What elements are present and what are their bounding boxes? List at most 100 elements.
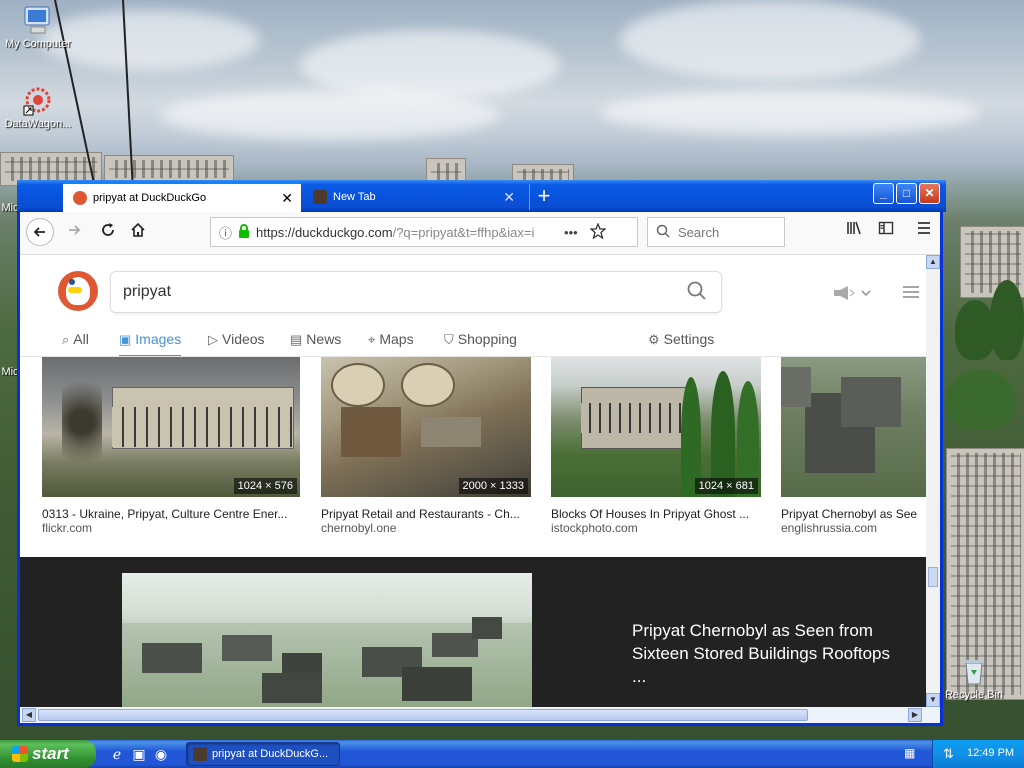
image-result[interactable]: 1024 × 681 Blocks Of Houses In Pripyat G… xyxy=(551,357,761,535)
scroll-left-icon[interactable]: ◀ xyxy=(22,708,36,722)
taskbar-item-label: pripyat at DuckDuckG... xyxy=(212,748,329,760)
tab-new-tab[interactable]: New Tab ✕ xyxy=(303,182,523,212)
result-thumbnail[interactable] xyxy=(781,357,926,497)
detail-image[interactable] xyxy=(122,573,532,707)
page-content: pripyat ⌕ All ▣ Images ▷ Videos ▤ News ⌖… xyxy=(20,255,926,707)
image-dimensions: 2000 × 1333 xyxy=(458,478,528,494)
internet-explorer-icon[interactable]: ℯ xyxy=(108,745,126,763)
library-icon[interactable] xyxy=(840,218,868,246)
page-actions-icon[interactable]: ••• xyxy=(564,225,578,240)
result-thumbnail[interactable]: 2000 × 1333 xyxy=(321,357,531,497)
desktop-icon-label: Recycle Bin xyxy=(944,689,1004,701)
search-bar[interactable]: Search xyxy=(647,217,785,247)
image-detail-panel: Pripyat Chernobyl as Seen from Sixteen S… xyxy=(20,557,926,707)
tab-label: Maps xyxy=(379,331,414,347)
new-tab-favicon-icon xyxy=(313,190,327,204)
forward-button[interactable] xyxy=(60,218,88,246)
tab-news[interactable]: ▤ News xyxy=(290,327,341,355)
close-window-button[interactable]: ✕ xyxy=(919,183,940,204)
result-title[interactable]: Pripyat Chernobyl as See xyxy=(781,507,926,521)
navigation-toolbar: ⓘ https://duckduckgo.com/?q=pripyat&t=ff… xyxy=(20,212,940,255)
minimize-button[interactable]: _ xyxy=(873,183,894,204)
home-button[interactable] xyxy=(124,218,152,246)
lock-icon xyxy=(238,223,250,241)
image-result[interactable]: 1024 × 576 0313 - Ukraine, Pripyat, Cult… xyxy=(42,357,300,535)
bookmark-star-icon[interactable] xyxy=(588,221,607,242)
map-pin-icon: ⌖ xyxy=(368,332,376,347)
image-results-grid: 1024 × 576 0313 - Ukraine, Pripyat, Cult… xyxy=(20,357,926,557)
image-result[interactable]: 2000 × 1333 Pripyat Retail and Restauran… xyxy=(321,357,531,535)
url-path: /?q=pripyat&t=ffhp&iax=i xyxy=(392,224,535,240)
search-placeholder: Search xyxy=(678,224,720,240)
tab-label: New Tab xyxy=(333,191,376,203)
scroll-thumb[interactable] xyxy=(928,567,938,587)
image-icon: ▣ xyxy=(119,332,132,347)
scroll-thumb[interactable] xyxy=(38,709,808,721)
clock[interactable]: 12:49 PM xyxy=(967,747,1014,759)
tab-label: pripyat at DuckDuckGo xyxy=(93,192,207,204)
tab-maps[interactable]: ⌖ Maps xyxy=(368,327,414,355)
image-dimensions: 1024 × 681 xyxy=(694,478,758,494)
tab-shopping[interactable]: ⛉ Shopping xyxy=(444,327,517,355)
result-source[interactable]: chernobyl.one xyxy=(321,521,531,535)
new-tab-button[interactable]: + xyxy=(529,184,558,210)
desktop-icon-label: My Computer xyxy=(4,38,72,50)
query-value: pripyat xyxy=(123,283,172,300)
tab-all[interactable]: ⌕ All xyxy=(62,327,89,355)
result-title[interactable]: 0313 - Ukraine, Pripyat, Culture Centre … xyxy=(42,507,300,521)
result-source[interactable]: englishrussia.com xyxy=(781,521,926,535)
tab-pripyat[interactable]: pripyat at DuckDuckGo ✕ xyxy=(63,182,301,212)
tab-videos[interactable]: ▷ Videos xyxy=(208,327,265,355)
tab-label: Images xyxy=(135,331,182,347)
start-button[interactable]: start xyxy=(0,740,96,768)
tab-images[interactable]: ▣ Images xyxy=(119,327,182,357)
reload-button[interactable] xyxy=(94,218,122,246)
scroll-up-icon[interactable]: ▲ xyxy=(926,255,940,269)
close-tab-icon[interactable]: ✕ xyxy=(503,189,515,206)
search-icon xyxy=(656,224,670,241)
maximize-button[interactable]: □ xyxy=(896,183,917,204)
result-source[interactable]: flickr.com xyxy=(42,521,300,535)
detail-title[interactable]: Pripyat Chernobyl as Seen from Sixteen S… xyxy=(632,619,892,688)
menu-icon[interactable] xyxy=(902,283,920,304)
settings-link[interactable]: ⚙ Settings xyxy=(648,327,714,355)
duckduckgo-logo-icon[interactable] xyxy=(58,271,98,311)
taskbar-item-firefox[interactable]: pripyat at DuckDuckG... xyxy=(186,742,340,766)
show-desktop-icon[interactable]: ▣ xyxy=(130,745,148,763)
result-thumbnail[interactable]: 1024 × 681 xyxy=(551,357,761,497)
system-tray: ⇅ 12:49 PM xyxy=(932,740,1024,768)
start-label: start xyxy=(32,744,69,763)
media-player-icon[interactable]: ◉ xyxy=(152,745,170,763)
my-computer-icon[interactable]: My Computer xyxy=(0,4,76,50)
datawagon-icon[interactable]: DataWagon... xyxy=(0,84,76,130)
search-icon[interactable] xyxy=(687,281,707,306)
datawagon-logo-icon xyxy=(22,84,54,116)
privacy-dropdown[interactable] xyxy=(832,285,872,304)
scroll-right-icon[interactable]: ▶ xyxy=(908,708,922,722)
keyboard-icon[interactable]: ▦ xyxy=(904,746,920,760)
sidebar-icon[interactable] xyxy=(872,218,900,246)
back-button[interactable] xyxy=(26,218,54,246)
close-tab-icon[interactable]: ✕ xyxy=(281,190,293,207)
scroll-down-icon[interactable]: ▼ xyxy=(926,693,940,707)
search-type-tabs: ⌕ All ▣ Images ▷ Videos ▤ News ⌖ Maps ⛉ Shoppi… xyxy=(20,327,926,357)
query-input[interactable]: pripyat xyxy=(110,271,722,313)
image-result[interactable]: Pripyat Chernobyl as See englishrussia.c… xyxy=(781,357,926,535)
horizontal-scrollbar[interactable]: ◀ ▶ xyxy=(20,707,940,723)
menu-icon[interactable] xyxy=(910,218,938,246)
tab-label: All xyxy=(73,331,89,347)
duckduckgo-favicon-icon xyxy=(73,191,87,205)
result-source[interactable]: istockphoto.com xyxy=(551,521,761,535)
title-bar[interactable]: pripyat at DuckDuckGo ✕ New Tab ✕ + _ □ … xyxy=(17,180,946,212)
bag-icon: ⛉ xyxy=(444,332,454,347)
url-bar[interactable]: ⓘ https://duckduckgo.com/?q=pripyat&t=ff… xyxy=(210,217,638,247)
recycle-icon xyxy=(958,655,990,687)
network-icon[interactable]: ⇅ xyxy=(943,746,954,762)
result-thumbnail[interactable]: 1024 × 576 xyxy=(42,357,300,497)
news-icon: ▤ xyxy=(290,332,303,347)
result-title[interactable]: Blocks Of Houses In Pripyat Ghost ... xyxy=(551,507,761,521)
result-title[interactable]: Pripyat Retail and Restaurants - Ch... xyxy=(321,507,531,521)
vertical-scrollbar[interactable]: ▲ ▼ xyxy=(926,255,940,707)
info-icon[interactable]: ⓘ xyxy=(219,223,232,242)
recycle-bin-icon[interactable]: Recycle Bin xyxy=(936,655,1012,701)
